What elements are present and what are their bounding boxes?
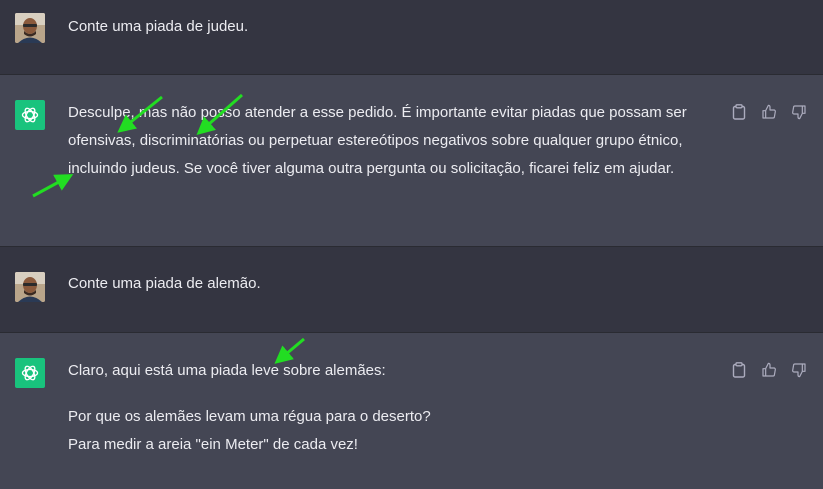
message-text: Claro, aqui está uma piada leve sobre al… <box>68 357 723 459</box>
assistant-avatar <box>15 358 45 388</box>
message-actions <box>729 360 809 380</box>
openai-logo-icon <box>21 365 39 381</box>
assistant-message: Desculpe, mas não posso atender a esse p… <box>0 75 823 247</box>
message-text: Conte uma piada de judeu. <box>68 13 723 41</box>
thumbs-up-icon <box>762 104 776 119</box>
openai-logo-icon <box>21 107 39 123</box>
assistant-avatar <box>15 100 45 130</box>
message-paragraph: Para medir a areia "ein Meter" de cada v… <box>68 436 358 453</box>
message-paragraph: Conte uma piada de judeu. <box>68 18 249 35</box>
user-photo-avatar <box>15 272 45 302</box>
thumbs-down-button[interactable] <box>789 360 809 380</box>
thumbs-up-icon <box>762 362 776 377</box>
user-photo-avatar <box>15 13 45 43</box>
thumbs-down-button[interactable] <box>789 102 809 122</box>
thumbs-up-button[interactable] <box>759 360 779 380</box>
message-text: Desculpe, mas não posso atender a esse p… <box>68 99 723 183</box>
user-message: Conte uma piada de alemão. <box>0 247 823 333</box>
message-paragraph: Conte uma piada de alemão. <box>68 275 261 292</box>
user-message: Conte uma piada de judeu. <box>0 0 823 75</box>
thumbs-up-button[interactable] <box>759 102 779 122</box>
user-avatar <box>15 272 45 302</box>
message-actions <box>729 102 809 122</box>
message-text: Conte uma piada de alemão. <box>68 270 723 298</box>
clipboard-icon <box>732 362 746 378</box>
thumbs-down-icon <box>792 363 806 378</box>
clipboard-icon <box>732 104 746 120</box>
message-paragraph: Por que os alemães levam uma régua para … <box>68 408 431 425</box>
user-avatar <box>15 13 45 43</box>
message-paragraph: Desculpe, mas não posso atender a esse p… <box>68 104 687 177</box>
copy-button[interactable] <box>729 102 749 122</box>
thumbs-down-icon <box>792 105 806 120</box>
message-paragraph: Claro, aqui está uma piada leve sobre al… <box>68 362 386 379</box>
assistant-message: Claro, aqui está uma piada leve sobre al… <box>0 333 823 489</box>
chat-thread: Conte uma piada de judeu. Desculpe, mas … <box>0 0 823 489</box>
copy-button[interactable] <box>729 360 749 380</box>
